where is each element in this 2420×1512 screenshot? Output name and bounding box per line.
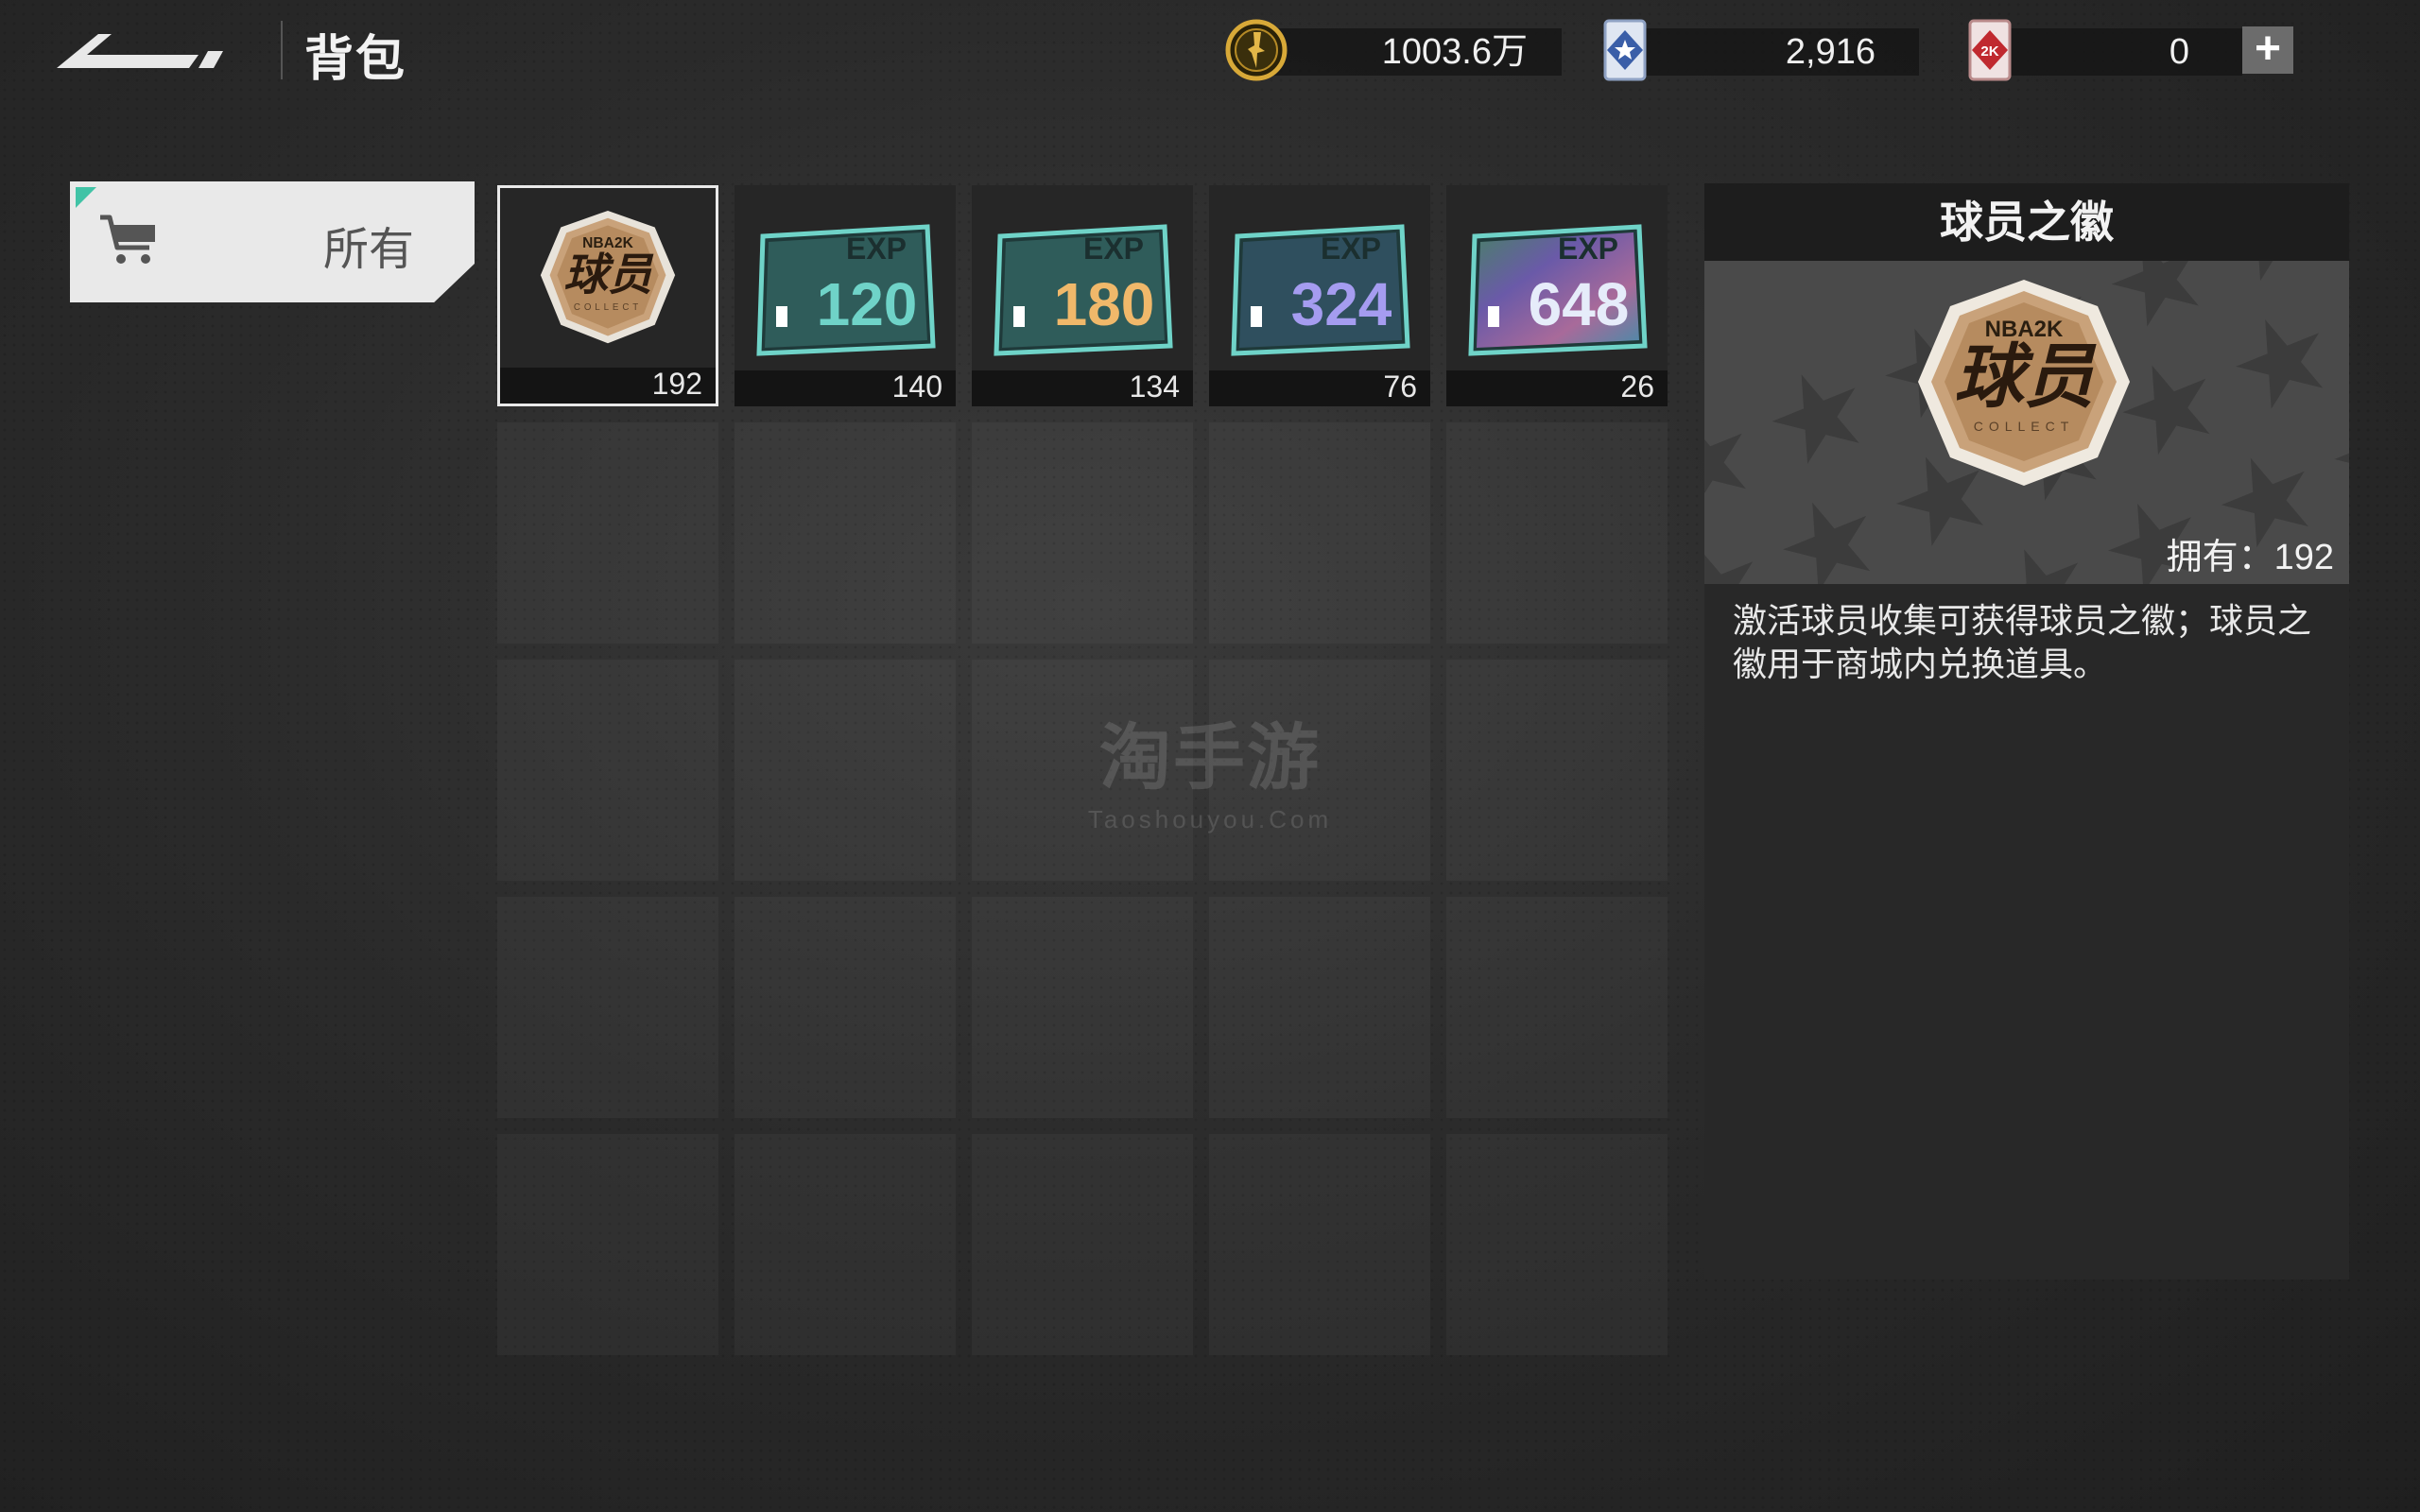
player-badge-icon: NBA2K 球员 COLLECT <box>1918 280 2130 486</box>
empty-slot <box>1209 897 1430 1118</box>
back-button[interactable] <box>57 26 227 77</box>
player-badge-icon: NBA2K 球员 COLLECT <box>540 210 676 344</box>
currency-star: 2,916 <box>1601 19 1927 81</box>
svg-text:NBA2K: NBA2K <box>582 235 633 251</box>
empty-slot <box>497 1134 718 1355</box>
svg-text:648: 648 <box>1529 270 1630 338</box>
svg-text:324: 324 <box>1291 270 1392 338</box>
svg-text:2K: 2K <box>1980 43 1998 60</box>
star-value: 2,916 <box>1785 32 1876 72</box>
empty-slot <box>972 422 1193 644</box>
empty-slot <box>497 660 718 881</box>
svg-text:EXP: EXP <box>1558 232 1618 266</box>
svg-text:EXP: EXP <box>846 232 907 266</box>
inventory-item-exp-180[interactable]: EXP 180 134 <box>972 185 1193 406</box>
item-quantity: 192 <box>651 367 702 401</box>
empty-slot <box>735 897 956 1118</box>
svg-text:COLLECT: COLLECT <box>574 302 642 313</box>
svg-text:120: 120 <box>817 270 918 338</box>
empty-slot <box>497 897 718 1118</box>
title-divider <box>281 21 283 79</box>
watermark: 淘手游 Taoshouyou.Com <box>1087 699 1333 834</box>
empty-slot <box>735 660 956 881</box>
empty-slot <box>735 1134 956 1355</box>
currency-coin: 1003.6万 <box>1225 19 1562 81</box>
filter-tab-all[interactable]: 所有 <box>70 181 475 302</box>
owned-count: 拥有：192 <box>2166 538 2334 577</box>
empty-slot <box>1209 422 1430 644</box>
watermark-en: Taoshouyou.Com <box>1087 805 1333 833</box>
svg-text:EXP: EXP <box>1321 232 1381 266</box>
detail-title: 球员之徽 <box>1704 183 2349 261</box>
svg-text:球员: 球员 <box>563 250 654 301</box>
add-currency-button[interactable]: + <box>2242 26 2293 74</box>
inventory-item-exp-120[interactable]: EXP 120 140 <box>735 185 956 406</box>
exp-card-icon: EXP 324 <box>1231 224 1410 356</box>
svg-text:球员: 球员 <box>1954 336 2097 418</box>
empty-slot <box>497 422 718 644</box>
empty-slot <box>735 422 956 644</box>
empty-slot <box>1209 1134 1430 1355</box>
item-quantity: 134 <box>1129 369 1180 404</box>
exp-card-icon: EXP 120 <box>756 224 936 356</box>
inventory-item-exp-648[interactable]: EXP 648 26 <box>1446 185 1668 406</box>
page-title: 背包 <box>304 32 407 87</box>
exp-card-icon: EXP 648 <box>1468 224 1648 356</box>
empty-slot <box>1446 422 1668 644</box>
coin-icon <box>1225 19 1288 81</box>
empty-slot <box>972 1134 1193 1355</box>
star-badge-icon <box>1603 19 1647 81</box>
filter-label: 所有 <box>323 225 415 275</box>
item-description: 激活球员收集可获得球员之徽；球员之徽用于商城内兑换道具。 <box>1733 601 2312 683</box>
item-quantity: 26 <box>1620 369 1654 404</box>
empty-slot <box>1446 1134 1668 1355</box>
cart-icon <box>100 215 155 264</box>
empty-slot <box>1446 660 1668 881</box>
svg-text:COLLECT: COLLECT <box>1974 419 2075 434</box>
inventory-item-exp-324[interactable]: EXP 324 76 <box>1209 185 1430 406</box>
empty-slot <box>1446 897 1668 1118</box>
back-arrow-icon <box>57 34 223 68</box>
currency-2k: 2K 0 <box>1966 19 2250 81</box>
2k-token-icon: 2K <box>1968 19 2012 81</box>
selected-corner-marker <box>76 187 96 208</box>
empty-slot <box>972 897 1193 1118</box>
item-quantity: 140 <box>891 369 942 404</box>
svg-text:EXP: EXP <box>1083 232 1144 266</box>
svg-text:180: 180 <box>1054 270 1155 338</box>
item-detail-panel: 球员之徽 ★ ★ ★ ★ ★ ★ ★ ★ ★ ★ ★ ★ ★ ★ ★ ★ ★ ★… <box>1704 183 2349 1280</box>
inventory-item-player-badge[interactable]: NBA2K 球员 COLLECT 192 <box>497 185 718 406</box>
2k-value: 0 <box>2169 32 2189 72</box>
exp-card-icon: EXP 180 <box>994 224 1173 356</box>
item-quantity: 76 <box>1383 369 1417 404</box>
coin-value: 1003.6万 <box>1381 32 1528 72</box>
watermark-cn: 淘手游 <box>1099 718 1321 799</box>
